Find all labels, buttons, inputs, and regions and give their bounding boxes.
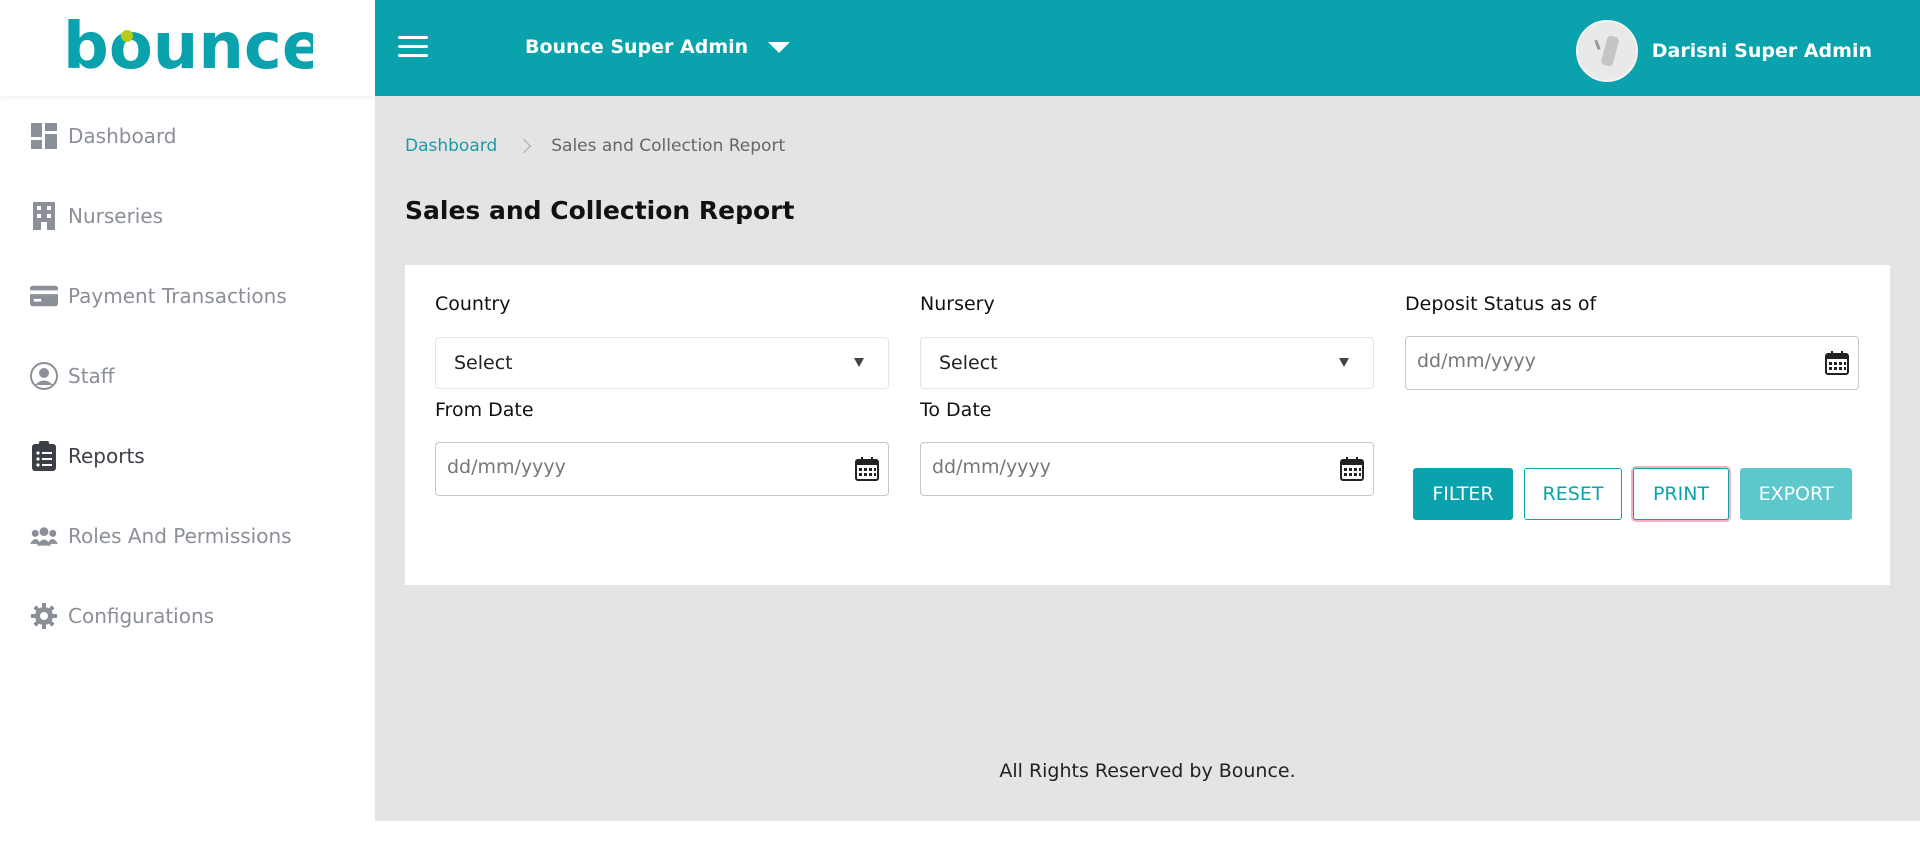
menu-icon[interactable]	[398, 36, 428, 60]
caret-down-icon	[768, 41, 791, 53]
sidebar-item-roles-and-permissions[interactable]: Roles And Permissions	[0, 496, 375, 576]
to-date-input[interactable]	[930, 455, 1314, 479]
sidebar-nav: Dashboard Nurseries Payment Transactions…	[0, 96, 375, 656]
calendar-icon[interactable]	[855, 457, 879, 481]
user-menu[interactable]: Darisni Super Admin	[1575, 20, 1872, 82]
breadcrumb-current: Sales and Collection Report	[551, 136, 786, 156]
sidebar-item-label: Roles And Permissions	[68, 524, 292, 548]
sidebar-item-label: Configurations	[68, 604, 215, 628]
country-select[interactable]: Select	[435, 337, 889, 389]
calendar-icon[interactable]	[1825, 351, 1849, 375]
nursery-select[interactable]: Select	[920, 337, 1374, 389]
deposit-status-label: Deposit Status as of	[1405, 293, 1597, 315]
to-date-field[interactable]	[920, 442, 1374, 496]
bounce-logo: bounce	[63, 12, 313, 84]
sidebar-item-label: Nurseries	[68, 204, 164, 228]
users-icon	[30, 522, 58, 550]
nursery-select-value: Select	[939, 352, 998, 374]
sidebar-item-configurations[interactable]: Configurations	[0, 576, 375, 656]
svg-text:bounce: bounce	[63, 12, 313, 84]
avatar	[1575, 20, 1638, 82]
sidebar-item-staff[interactable]: Staff	[0, 336, 375, 416]
page-title: Sales and Collection Report	[405, 196, 795, 225]
country-select-value: Select	[454, 352, 513, 374]
user-circle-icon	[30, 362, 58, 390]
filter-card: Country Select Nursery Select Deposit St…	[405, 265, 1890, 585]
reset-button[interactable]: RESET	[1524, 468, 1622, 520]
dashboard-icon	[30, 122, 58, 150]
export-button[interactable]: EXPORT	[1740, 468, 1852, 520]
sidebar-item-reports[interactable]: Reports	[0, 416, 375, 496]
building-icon	[30, 202, 58, 230]
nursery-label: Nursery	[920, 293, 995, 315]
caret-down-icon	[1339, 358, 1349, 367]
country-label: Country	[435, 293, 511, 315]
user-name: Darisni Super Admin	[1651, 40, 1872, 62]
credit-card-icon	[30, 282, 58, 310]
sidebar: bounce Dashboard Nurseries Payment Trans…	[0, 0, 375, 846]
filter-button[interactable]: FILTER	[1413, 468, 1513, 520]
footer-text: All Rights Reserved by Bounce.	[999, 760, 1296, 782]
to-date-label: To Date	[920, 399, 992, 421]
sidebar-item-label: Payment Transactions	[68, 284, 287, 308]
sidebar-item-label: Staff	[68, 364, 115, 388]
bottom-strip	[375, 821, 1920, 846]
breadcrumb-home-link[interactable]: Dashboard	[405, 136, 497, 156]
gear-icon	[30, 602, 58, 630]
deposit-status-date-field[interactable]	[1405, 336, 1859, 390]
org-switcher[interactable]: Bounce Super Admin	[525, 36, 791, 58]
from-date-label: From Date	[435, 399, 534, 421]
sidebar-item-label: Dashboard	[68, 124, 177, 148]
chevron-right-icon	[517, 138, 532, 154]
breadcrumb: Dashboard Sales and Collection Report	[405, 136, 785, 156]
caret-down-icon	[854, 358, 864, 367]
sidebar-item-dashboard[interactable]: Dashboard	[0, 96, 375, 176]
clipboard-icon	[30, 441, 58, 471]
deposit-status-date-input[interactable]	[1415, 349, 1799, 373]
top-header: Bounce Super Admin Darisni Super Admin	[375, 0, 1920, 96]
from-date-input[interactable]	[445, 455, 829, 479]
from-date-field[interactable]	[435, 442, 889, 496]
sidebar-item-label: Reports	[68, 444, 145, 468]
calendar-icon[interactable]	[1340, 457, 1364, 481]
main-content: Dashboard Sales and Collection Report Sa…	[375, 96, 1920, 821]
sidebar-item-nurseries[interactable]: Nurseries	[0, 176, 375, 256]
print-button[interactable]: PRINT	[1633, 468, 1729, 520]
logo[interactable]: bounce	[0, 0, 375, 96]
sidebar-item-payment-transactions[interactable]: Payment Transactions	[0, 256, 375, 336]
org-name: Bounce Super Admin	[525, 36, 749, 58]
